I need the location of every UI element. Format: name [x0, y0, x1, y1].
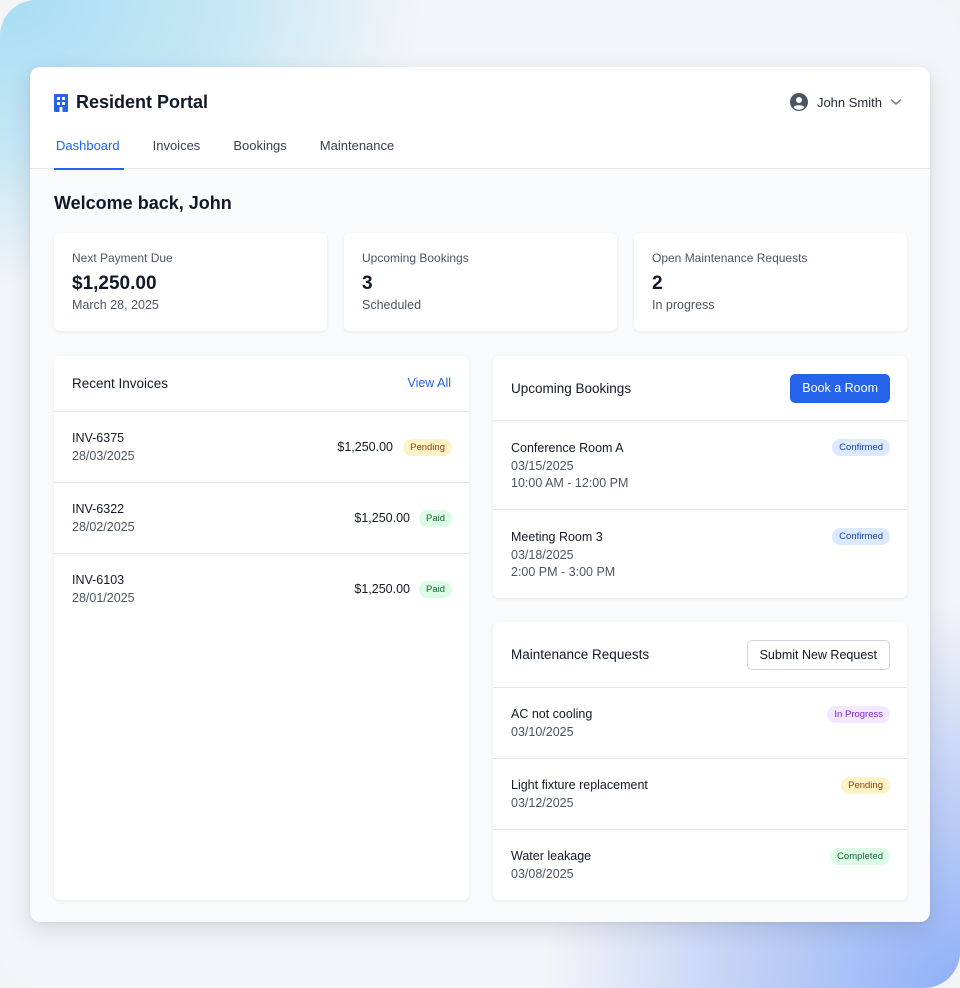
building-icon — [54, 93, 68, 112]
booking-row[interactable]: Conference Room A 03/15/2025 10:00 AM - … — [493, 421, 907, 510]
invoice-amount: $1,250.00 — [337, 440, 393, 454]
status-badge: In Progress — [827, 706, 890, 723]
stat-open-maintenance: Open Maintenance Requests 2 In progress — [634, 233, 907, 331]
request-title: AC not cooling — [511, 707, 593, 721]
view-all-link[interactable]: View All — [407, 376, 451, 390]
maintenance-row[interactable]: AC not cooling 03/10/2025 In Progress — [493, 688, 907, 759]
status-badge: Confirmed — [832, 528, 890, 545]
invoice-amount: $1,250.00 — [354, 511, 410, 525]
booking-time: 10:00 AM - 12:00 PM — [511, 476, 629, 490]
stat-value: 3 — [362, 273, 373, 294]
invoice-row[interactable]: INV-6103 28/01/2025 $1,250.00 Paid — [54, 554, 469, 625]
tab-maintenance[interactable]: Maintenance — [318, 138, 396, 169]
request-title: Light fixture replacement — [511, 778, 648, 792]
user-menu[interactable]: John Smith — [789, 93, 902, 111]
booking-room: Conference Room A — [511, 441, 624, 455]
status-badge: Paid — [418, 581, 452, 598]
card-title: Upcoming Bookings — [511, 381, 632, 396]
stat-subtext: Scheduled — [362, 298, 422, 312]
welcome-heading: Welcome back, John — [54, 193, 232, 213]
stat-value: $1,250.00 — [72, 273, 157, 294]
user-name: John Smith — [816, 94, 882, 110]
top-navigation: Resident Portal John Smith Dashboard Inv… — [30, 67, 930, 170]
status-badge: Pending — [403, 439, 452, 456]
card-header: Recent Invoices View All — [54, 356, 469, 412]
request-title: Water leakage — [511, 849, 592, 863]
stat-subtext: In progress — [652, 298, 715, 312]
booking-room: Meeting Room 3 — [511, 530, 603, 544]
app-window: Resident Portal John Smith Dashboard Inv… — [30, 67, 930, 922]
upcoming-bookings-card: Upcoming Bookings Book a Room Conference… — [493, 356, 907, 598]
stat-value: 2 — [652, 273, 663, 294]
recent-invoices-card: Recent Invoices View All INV-6375 28/03/… — [54, 356, 469, 900]
card-header: Maintenance Requests Submit New Request — [493, 622, 907, 688]
request-date: 03/10/2025 — [511, 725, 574, 739]
user-avatar-icon — [789, 93, 808, 111]
invoice-date: 28/02/2025 — [72, 520, 135, 534]
status-badge: Pending — [841, 777, 890, 794]
booking-date: 03/18/2025 — [511, 548, 574, 562]
card-title: Maintenance Requests — [511, 647, 650, 662]
maintenance-requests-card: Maintenance Requests Submit New Request … — [493, 622, 907, 900]
tab-dashboard[interactable]: Dashboard — [54, 138, 124, 170]
booking-date: 03/15/2025 — [511, 459, 574, 473]
booking-row[interactable]: Meeting Room 3 03/18/2025 2:00 PM - 3:00… — [493, 510, 907, 598]
tab-bookings[interactable]: Bookings — [231, 138, 288, 169]
invoice-id: INV-6322 — [72, 502, 125, 516]
stat-label: Upcoming Bookings — [362, 251, 469, 265]
app-title: Resident Portal — [76, 92, 209, 112]
booking-time: 2:00 PM - 3:00 PM — [511, 565, 616, 579]
invoice-id: INV-6103 — [72, 573, 125, 587]
invoice-date: 28/03/2025 — [72, 449, 135, 463]
brand: Resident Portal — [54, 92, 208, 113]
stat-label: Open Maintenance Requests — [652, 251, 808, 265]
invoice-row[interactable]: INV-6375 28/03/2025 $1,250.00 Pending — [54, 412, 469, 483]
stat-next-payment: Next Payment Due $1,250.00 March 28, 202… — [54, 233, 327, 331]
book-a-room-button[interactable]: Book a Room — [790, 374, 890, 403]
tab-invoices[interactable]: Invoices — [151, 138, 203, 169]
stat-label: Next Payment Due — [72, 251, 173, 265]
invoice-id: INV-6375 — [72, 431, 125, 445]
invoice-row[interactable]: INV-6322 28/02/2025 $1,250.00 Paid — [54, 483, 469, 554]
request-date: 03/08/2025 — [511, 867, 574, 881]
card-header: Upcoming Bookings Book a Room — [493, 356, 907, 421]
submit-new-request-button[interactable]: Submit New Request — [746, 640, 890, 670]
status-badge: Completed — [830, 848, 890, 865]
chevron-down-icon — [890, 98, 902, 105]
maintenance-row[interactable]: Water leakage 03/08/2025 Completed — [493, 830, 907, 900]
invoice-date: 28/01/2025 — [72, 591, 135, 605]
maintenance-row[interactable]: Light fixture replacement 03/12/2025 Pen… — [493, 759, 907, 830]
status-badge: Paid — [418, 510, 452, 527]
status-badge: Confirmed — [832, 439, 890, 456]
invoice-amount: $1,250.00 — [354, 582, 410, 596]
main-tabs: Dashboard Invoices Bookings Maintenance — [54, 138, 425, 170]
request-date: 03/12/2025 — [511, 796, 574, 810]
stat-subtext: March 28, 2025 — [72, 298, 159, 312]
card-title: Recent Invoices — [72, 376, 169, 391]
stat-upcoming-bookings: Upcoming Bookings 3 Scheduled — [344, 233, 617, 331]
